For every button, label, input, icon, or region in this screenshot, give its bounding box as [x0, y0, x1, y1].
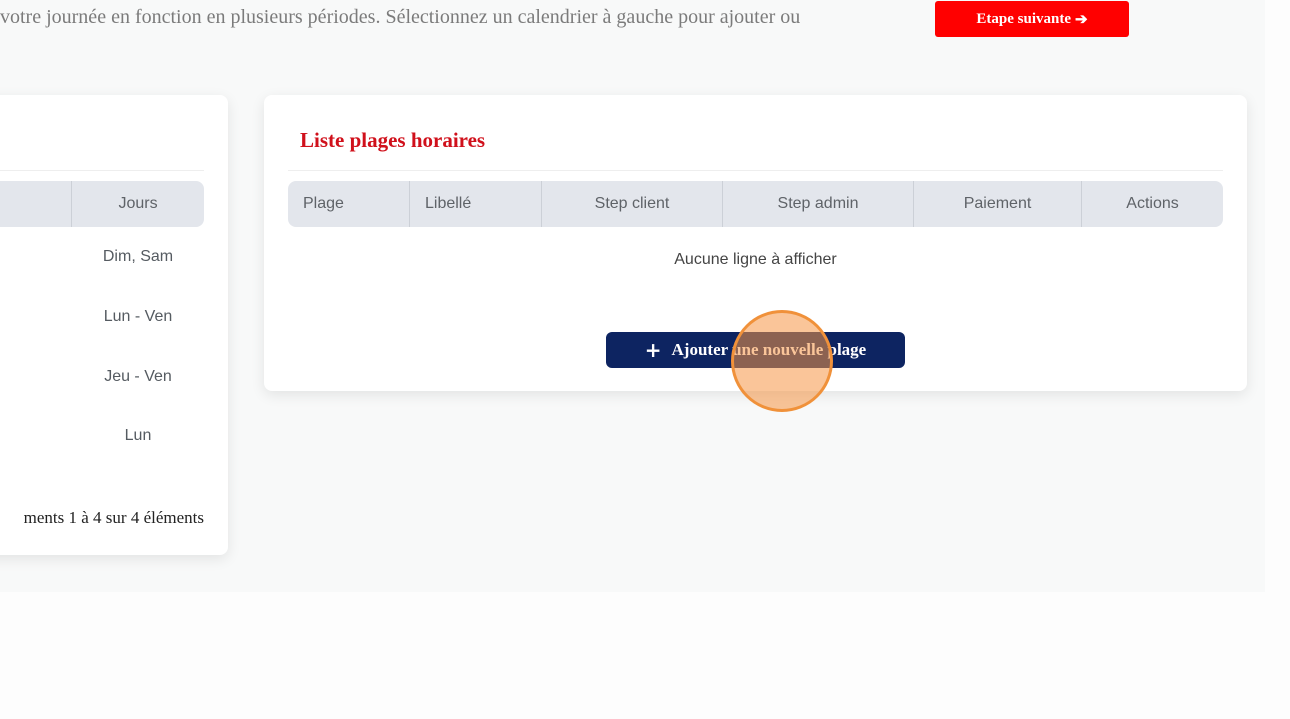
column-header-jours[interactable]: Jours: [72, 181, 204, 227]
time-slots-table-header: Plage Libellé Step client Step admin Pai…: [288, 181, 1223, 227]
pagination-info: ments 1 à 4 sur 4 éléments: [23, 508, 204, 527]
empty-table-message: Aucune ligne à afficher: [674, 251, 837, 268]
calendar-row-jours[interactable]: Lun - Ven: [72, 308, 204, 326]
calendar-list-card: Jours Dim, Sam Lun - Ven Jeu - Ven Lun m…: [0, 95, 228, 555]
column-header-libelle[interactable]: Libellé: [410, 181, 541, 227]
divider: [288, 170, 1223, 171]
time-slots-card: Liste plages horaires Plage Libellé Step…: [264, 95, 1247, 391]
next-step-label: Etape suivante: [976, 10, 1071, 27]
calendar-row-jours[interactable]: Dim, Sam: [72, 248, 204, 266]
add-time-slot-label: Ajouter une nouvelle plage: [671, 340, 867, 359]
calendar-row-jours[interactable]: Jeu - Ven: [72, 368, 204, 386]
plus-icon: +: [644, 338, 662, 362]
calendar-row-jours[interactable]: Lun: [72, 427, 204, 445]
column-header-actions[interactable]: Actions: [1082, 181, 1223, 227]
calendar-table-header: Jours: [0, 181, 204, 227]
column-header-plage[interactable]: Plage: [288, 181, 409, 227]
arrow-right-icon: ➔: [1075, 11, 1088, 28]
card-title: Liste plages horaires: [300, 128, 486, 152]
intro-text: votre journée en fonction en plusieurs p…: [0, 6, 801, 28]
column-header-step-client[interactable]: Step client: [542, 181, 722, 227]
column-header-step-admin[interactable]: Step admin: [723, 181, 913, 227]
divider: [0, 170, 204, 171]
column-header-paiement[interactable]: Paiement: [914, 181, 1081, 227]
add-time-slot-button[interactable]: + Ajouter une nouvelle plage: [606, 332, 905, 368]
next-step-button[interactable]: Etape suivante ➔: [935, 1, 1129, 37]
